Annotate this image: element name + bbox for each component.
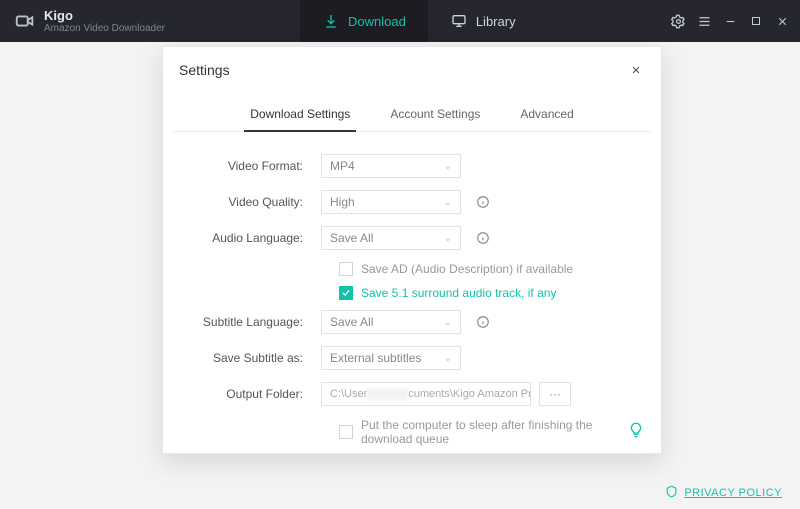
checkbox-save-51[interactable]: Save 5.1 surround audio track, if any bbox=[339, 286, 643, 300]
row-video-quality: Video Quality: High ⌄ bbox=[181, 190, 643, 214]
download-icon bbox=[322, 12, 340, 30]
label-video-quality: Video Quality: bbox=[181, 195, 321, 209]
info-icon[interactable] bbox=[475, 314, 491, 330]
window-controls bbox=[666, 0, 794, 42]
checkbox-icon[interactable] bbox=[339, 286, 353, 300]
select-video-quality[interactable]: High ⌄ bbox=[321, 190, 461, 214]
row-save-subtitle-as: Save Subtitle as: External subtitles ⌄ bbox=[181, 346, 643, 370]
row-output-folder: Output Folder: C:\User xxxxxx cuments\Ki… bbox=[181, 382, 643, 406]
select-audio-language-value: Save All bbox=[330, 231, 373, 245]
tab-advanced[interactable]: Advanced bbox=[514, 99, 579, 131]
lightbulb-icon[interactable] bbox=[625, 419, 647, 441]
row-subtitle-language: Subtitle Language: Save All ⌄ bbox=[181, 310, 643, 334]
chevron-down-icon: ⌄ bbox=[444, 161, 452, 172]
menu-icon[interactable] bbox=[692, 9, 716, 33]
select-video-quality-value: High bbox=[330, 195, 355, 209]
select-subtitle-language-value: Save All bbox=[330, 315, 373, 329]
select-subtitle-language[interactable]: Save All ⌄ bbox=[321, 310, 461, 334]
top-tabs: Download Library bbox=[300, 0, 538, 42]
chevron-down-icon: ⌄ bbox=[444, 317, 452, 328]
label-output-folder: Output Folder: bbox=[181, 387, 321, 401]
info-icon[interactable] bbox=[475, 230, 491, 246]
monitor-icon bbox=[450, 12, 468, 30]
titlebar: Kigo Amazon Video Downloader Download Li… bbox=[0, 0, 800, 42]
label-audio-language: Audio Language: bbox=[181, 231, 321, 245]
minimize-icon[interactable] bbox=[718, 9, 742, 33]
shield-icon bbox=[665, 485, 678, 501]
chevron-down-icon: ⌄ bbox=[444, 353, 452, 364]
modal-tabs: Download Settings Account Settings Advan… bbox=[173, 99, 651, 132]
label-save-subtitle-as: Save Subtitle as: bbox=[181, 351, 321, 365]
close-icon[interactable] bbox=[627, 61, 645, 79]
tab-library-label: Library bbox=[476, 14, 516, 29]
row-video-format: Video Format: MP4 ⌄ bbox=[181, 154, 643, 178]
tab-account-settings[interactable]: Account Settings bbox=[384, 99, 486, 131]
tab-download[interactable]: Download bbox=[300, 0, 428, 42]
checkbox-sleep-label: Put the computer to sleep after finishin… bbox=[361, 418, 643, 446]
checkbox-icon[interactable] bbox=[339, 262, 353, 276]
settings-modal: Settings Download Settings Account Setti… bbox=[162, 46, 662, 454]
privacy-policy-link[interactable]: PRIVACY POLICY bbox=[684, 487, 782, 499]
modal-title: Settings bbox=[179, 62, 230, 78]
label-video-format: Video Format: bbox=[181, 159, 321, 173]
row-audio-language: Audio Language: Save All ⌄ bbox=[181, 226, 643, 250]
select-video-format-value: MP4 bbox=[330, 159, 355, 173]
checkbox-sleep[interactable]: Put the computer to sleep after finishin… bbox=[339, 418, 643, 446]
output-folder-prefix: C:\User bbox=[330, 388, 367, 400]
select-video-format[interactable]: MP4 ⌄ bbox=[321, 154, 461, 178]
camera-icon bbox=[14, 10, 36, 32]
output-folder-redacted: xxxxxx bbox=[367, 388, 408, 400]
gear-icon[interactable] bbox=[666, 9, 690, 33]
checkbox-save-ad-label: Save AD (Audio Description) if available bbox=[361, 262, 573, 276]
maximize-icon[interactable] bbox=[744, 9, 768, 33]
tab-download-label: Download bbox=[348, 14, 406, 29]
select-save-subtitle-as[interactable]: External subtitles ⌄ bbox=[321, 346, 461, 370]
info-icon[interactable] bbox=[475, 194, 491, 210]
modal-header: Settings bbox=[163, 47, 661, 87]
footer: PRIVACY POLICY bbox=[665, 485, 782, 501]
checkbox-icon[interactable] bbox=[339, 425, 353, 439]
output-folder-suffix: cuments\Kigo Amazon Prin bbox=[408, 388, 531, 400]
checkbox-save-ad[interactable]: Save AD (Audio Description) if available bbox=[339, 262, 643, 276]
label-subtitle-language: Subtitle Language: bbox=[181, 315, 321, 329]
brand-text: Kigo Amazon Video Downloader bbox=[44, 9, 165, 34]
checkbox-save-51-label: Save 5.1 surround audio track, if any bbox=[361, 286, 556, 300]
brand: Kigo Amazon Video Downloader bbox=[0, 9, 165, 34]
tab-download-settings[interactable]: Download Settings bbox=[244, 99, 356, 131]
chevron-down-icon: ⌄ bbox=[444, 233, 452, 244]
browse-button[interactable]: ··· bbox=[539, 382, 571, 406]
select-save-subtitle-as-value: External subtitles bbox=[330, 351, 421, 365]
brand-subtitle: Amazon Video Downloader bbox=[44, 24, 165, 34]
chevron-down-icon: ⌄ bbox=[444, 197, 452, 208]
select-audio-language[interactable]: Save All ⌄ bbox=[321, 226, 461, 250]
settings-form: Video Format: MP4 ⌄ Video Quality: High … bbox=[163, 132, 661, 466]
brand-name: Kigo bbox=[44, 9, 165, 22]
close-window-icon[interactable] bbox=[770, 9, 794, 33]
output-folder-path[interactable]: C:\User xxxxxx cuments\Kigo Amazon Prin bbox=[321, 382, 531, 406]
tab-library[interactable]: Library bbox=[428, 0, 538, 42]
